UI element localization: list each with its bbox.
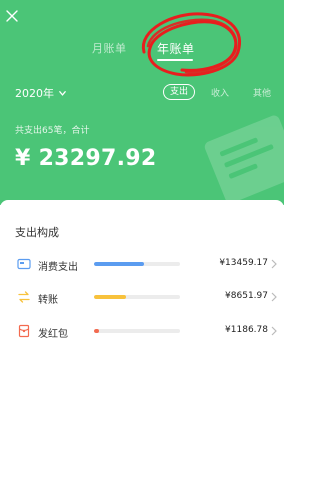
close-icon[interactable] <box>5 9 19 23</box>
expense-summary: 共支出65笔，合计 <box>15 126 90 136</box>
category-row-consumption[interactable]: 消费支出 ¥13459.17 <box>0 253 284 277</box>
category-row-red-envelope[interactable]: 发红包 ¥1186.78 <box>0 320 284 344</box>
year-label: 2020年 <box>15 87 54 100</box>
category-row-transfer[interactable]: 转账 ¥8651.97 <box>0 286 284 310</box>
progress-fill <box>94 295 126 299</box>
red-envelope-icon <box>18 324 30 338</box>
transfer-icon <box>18 291 30 303</box>
chevron-right-icon <box>271 259 277 269</box>
category-name: 转账 <box>38 295 58 306</box>
card-icon <box>17 258 31 270</box>
expense-breakdown-card <box>0 200 284 499</box>
category-name: 消费支出 <box>38 262 78 273</box>
chevron-right-icon <box>271 326 277 336</box>
chevron-down-icon <box>59 90 66 96</box>
segment-other[interactable]: 其他 <box>253 86 271 99</box>
progress-track <box>94 262 180 266</box>
header: 月账单 年账单 2020年 支出 收入 其他 共支出65笔，合计 ¥ 23297… <box>0 0 284 205</box>
progress-fill <box>94 329 100 333</box>
section-title: 支出构成 <box>15 226 59 239</box>
chevron-right-icon <box>271 292 277 302</box>
category-amount: ¥13459.17 <box>219 258 268 268</box>
category-amount: ¥1186.78 <box>225 325 268 335</box>
annotation-circle <box>141 12 241 77</box>
progress-track <box>94 329 180 333</box>
receipt-decoration-icon <box>204 115 284 204</box>
total-amount: ¥ 23297.92 <box>15 146 157 171</box>
progress-fill <box>94 262 144 266</box>
segment-expense[interactable]: 支出 <box>163 84 195 100</box>
category-amount: ¥8651.97 <box>225 291 268 301</box>
segment-income[interactable]: 收入 <box>211 86 229 99</box>
year-selector[interactable]: 2020年 <box>15 85 67 101</box>
progress-track <box>94 295 180 299</box>
tab-month-bill[interactable]: 月账单 <box>92 40 127 56</box>
category-name: 发红包 <box>38 329 68 340</box>
